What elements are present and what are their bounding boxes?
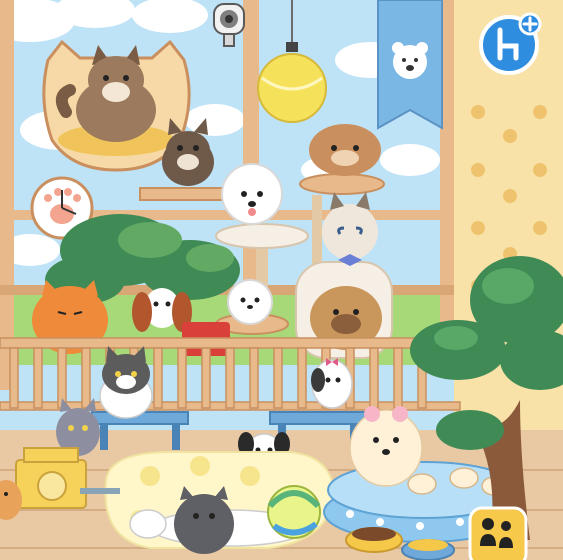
food-bowl-brown[interactable] [345, 527, 403, 553]
bear-banner [377, 0, 443, 130]
grey-white-cat[interactable] [99, 346, 153, 419]
brown-fluffy-dog-top[interactable] [309, 124, 381, 176]
chair-plus-icon [479, 12, 542, 75]
grey-fluffy-dog[interactable] [174, 486, 234, 554]
people-icon [468, 506, 528, 560]
game-scene [0, 0, 563, 560]
add-furniture-button[interactable] [476, 12, 542, 78]
white-puppy[interactable] [227, 279, 273, 325]
scene-canvas [0, 0, 563, 560]
characters-button[interactable] [468, 506, 528, 560]
food-bowl-blue[interactable] [401, 539, 455, 560]
bichon-dog[interactable] [221, 163, 283, 225]
beach-ball[interactable] [267, 485, 321, 539]
